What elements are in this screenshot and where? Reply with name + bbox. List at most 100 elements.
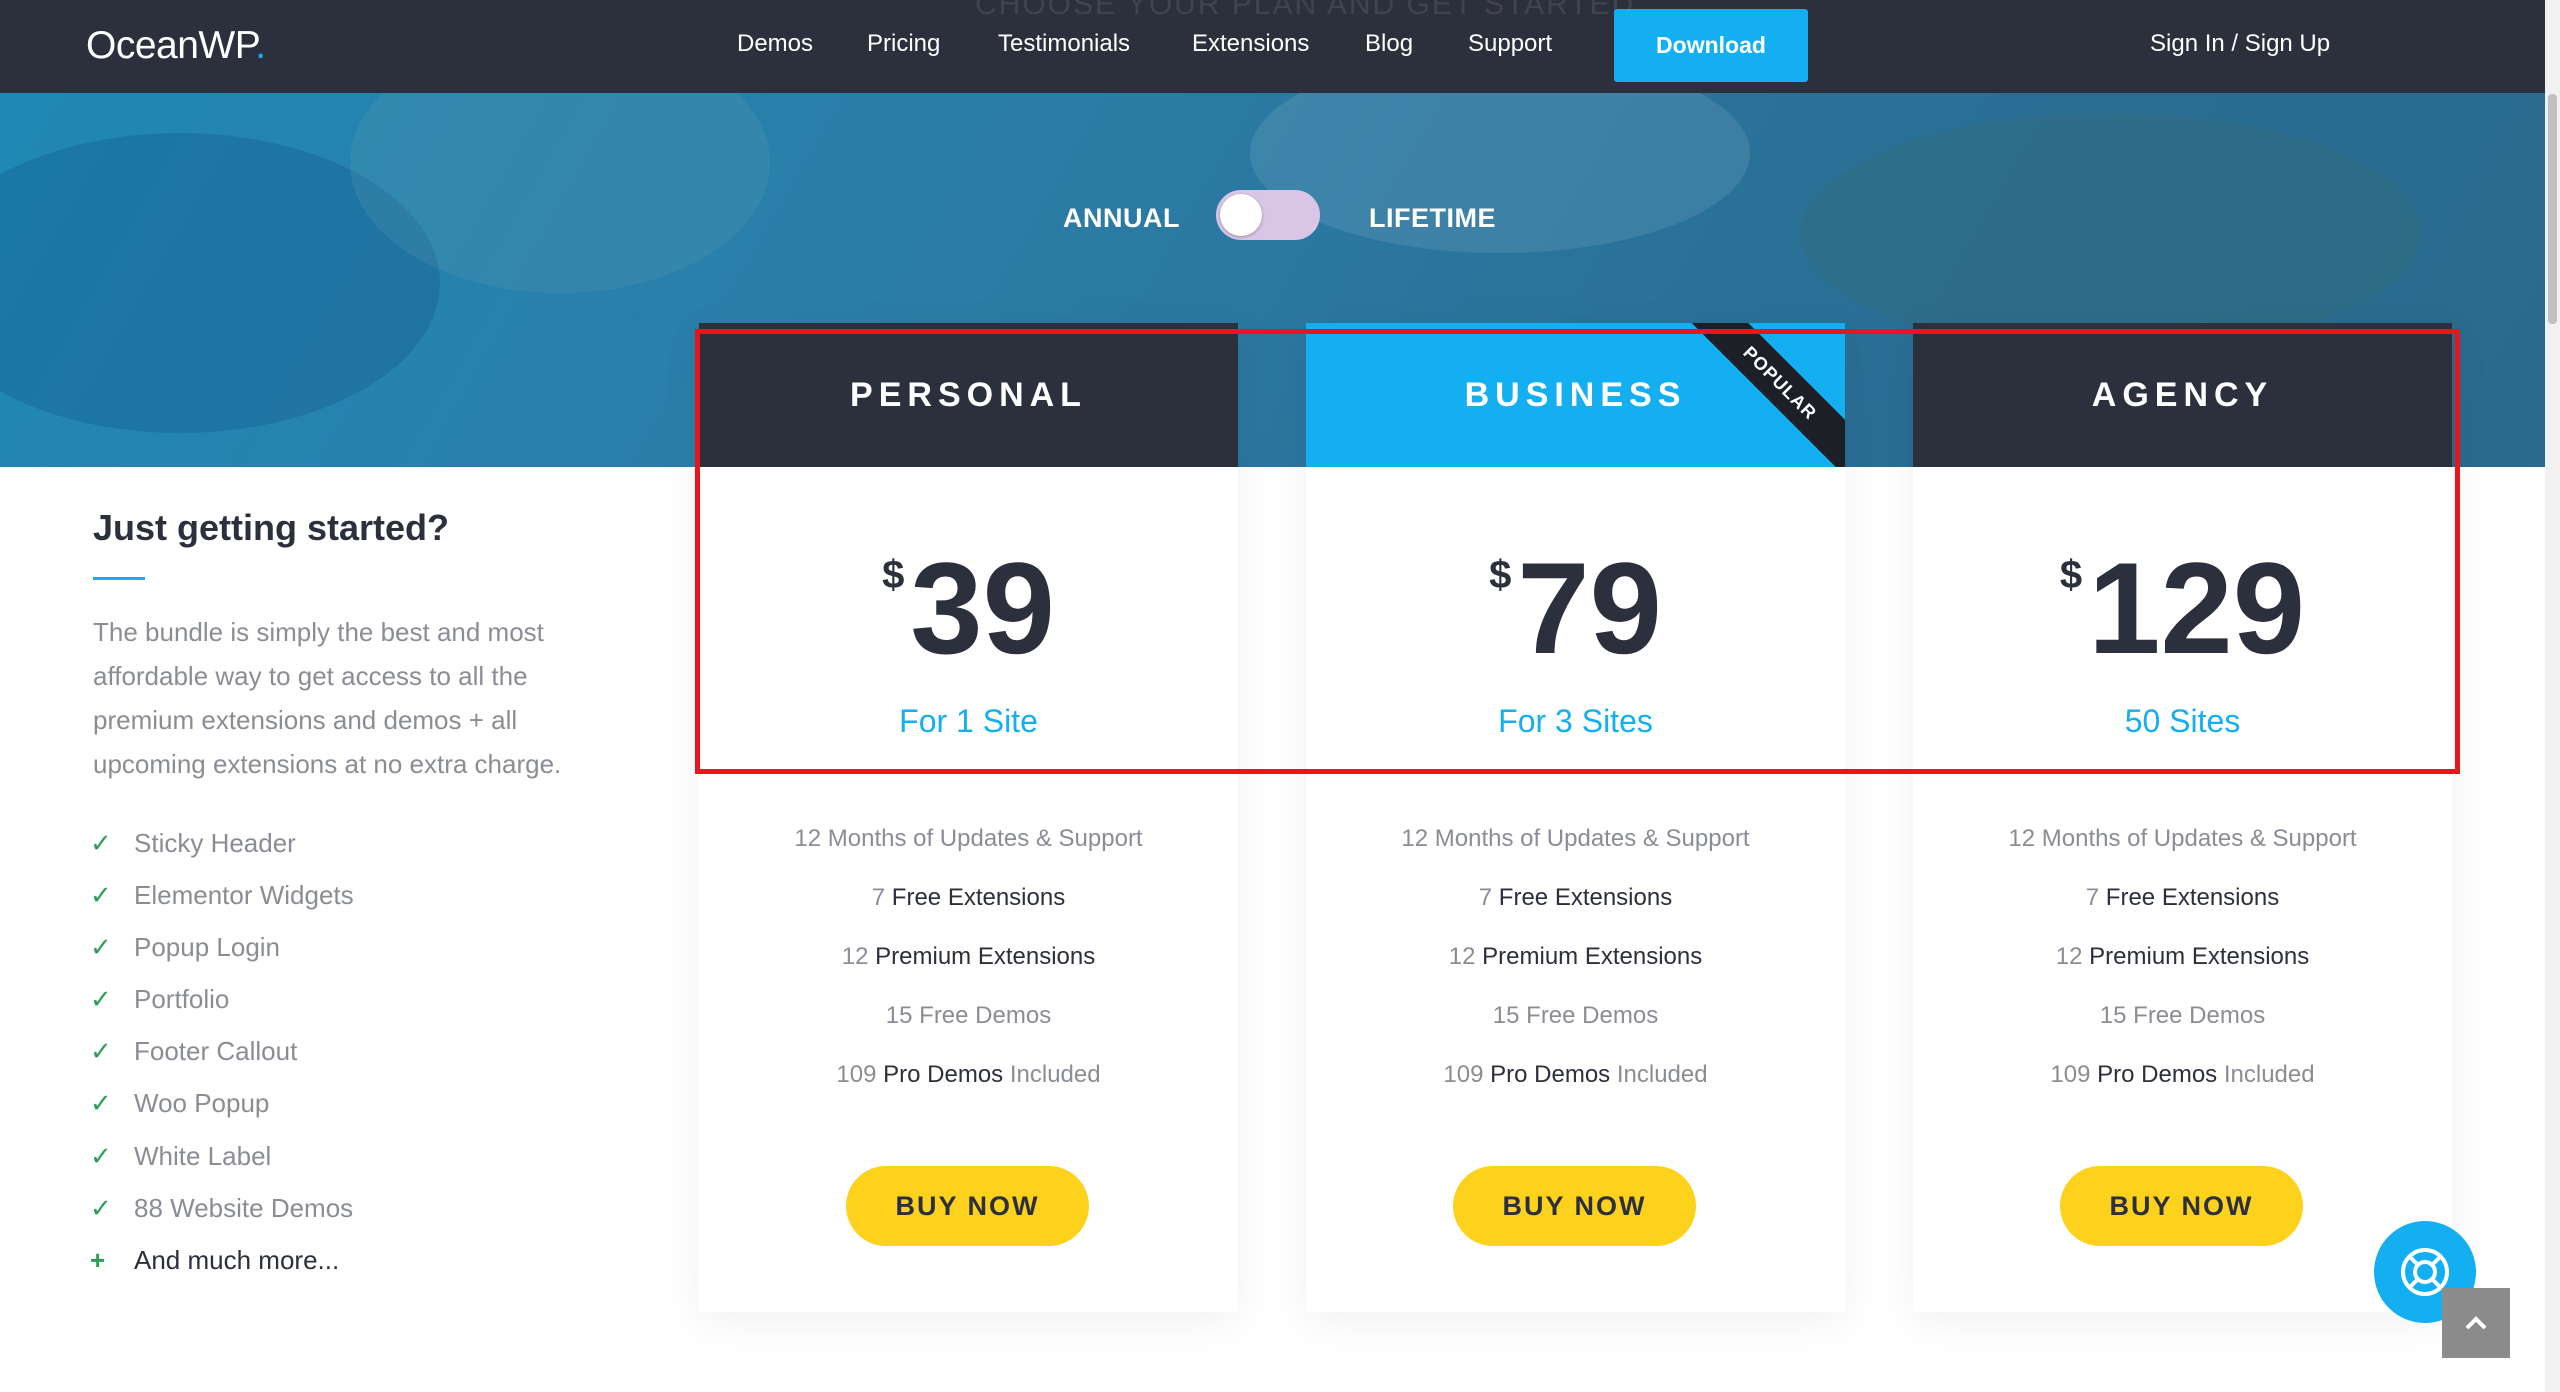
feature-text: Months of Updates & Support xyxy=(2041,825,2357,852)
feature-label: 88 Website Demos xyxy=(134,1192,354,1223)
feature-text: Free Demos xyxy=(919,1002,1052,1029)
site-logo[interactable]: OceanWP. xyxy=(86,24,266,68)
plan-feature: 7 Free Extensions xyxy=(699,884,1238,912)
plan-card-agency: AGENCY $129 50 Sites 12 Months of Update… xyxy=(1913,323,2452,1312)
currency-symbol: $ xyxy=(882,553,905,597)
feature-number: 12 xyxy=(794,825,822,852)
plan-feature: 7 Free Extensions xyxy=(1913,884,2452,912)
feature-item: ✓ Popup Login xyxy=(90,927,280,967)
feature-item: ✓ Footer Callout xyxy=(90,1031,297,1071)
annual-label[interactable]: ANNUAL xyxy=(1063,203,1180,234)
top-navbar: CHOOSE YOUR PLAN AND GET STARTED OceanWP… xyxy=(0,0,2545,93)
feature-number: 12 xyxy=(2055,943,2083,970)
plan-feature: 109 Pro Demos Included xyxy=(1913,1061,2452,1089)
feature-number: 109 xyxy=(836,1061,877,1088)
feature-label: White Label xyxy=(134,1140,272,1171)
check-icon: ✓ xyxy=(90,827,112,858)
plan-header: AGENCY xyxy=(1913,323,2452,467)
feature-number: 7 xyxy=(2085,884,2100,911)
feature-label: Elementor Widgets xyxy=(134,879,354,910)
plan-feature: 15 Free Demos xyxy=(699,1002,1238,1030)
feature-item: ✓ Woo Popup xyxy=(90,1083,269,1123)
plus-icon: + xyxy=(90,1244,106,1275)
check-icon: ✓ xyxy=(90,931,112,962)
page-scrollbar[interactable] xyxy=(2545,0,2560,1392)
plan-feature: 12 Months of Updates & Support xyxy=(1306,825,1845,853)
feature-more: + And much more... xyxy=(90,1240,339,1280)
feature-text: Free Demos xyxy=(2133,1002,2266,1029)
check-icon: ✓ xyxy=(90,1140,112,1171)
more-label: And much more... xyxy=(134,1244,340,1275)
feature-text: Free Extensions xyxy=(891,884,1066,911)
intro-title: Just getting started? xyxy=(93,507,450,548)
price-amount: 129 xyxy=(2088,535,2306,681)
feature-text: Pro Demos xyxy=(2097,1061,2218,1088)
nav-item-support[interactable]: Support xyxy=(1468,30,1552,58)
back-to-top-button[interactable] xyxy=(2442,1288,2510,1358)
feature-text: Free Demos xyxy=(1526,1002,1659,1029)
feature-label: Woo Popup xyxy=(134,1087,270,1118)
check-icon: ✓ xyxy=(90,983,112,1014)
feature-text: Months of Updates & Support xyxy=(827,825,1143,852)
nav-item-pricing[interactable]: Pricing xyxy=(867,30,940,58)
feature-text: Free Extensions xyxy=(1498,884,1673,911)
feature-label: Sticky Header xyxy=(134,827,296,858)
feature-item: ✓ Portfolio xyxy=(90,979,229,1019)
price-amount: 79 xyxy=(1517,535,1662,681)
title-underline xyxy=(93,577,145,580)
feature-item: ✓ Elementor Widgets xyxy=(90,875,354,915)
plan-feature: 109 Pro Demos Included xyxy=(699,1061,1238,1089)
plan-card-business: BUSINESS POPULAR $79 For 3 Sites 12 Mont… xyxy=(1306,323,1845,1312)
feature-suffix: Included xyxy=(1616,1061,1708,1088)
nav-item-demos[interactable]: Demos xyxy=(737,30,813,58)
feature-number: 12 xyxy=(841,943,869,970)
nav-item-blog[interactable]: Blog xyxy=(1365,30,1413,58)
billing-toggle[interactable] xyxy=(1216,190,1320,240)
intro-description: The bundle is simply the best and most a… xyxy=(93,617,562,779)
feature-number: 15 xyxy=(2099,1002,2127,1029)
feature-text: Months of Updates & Support xyxy=(1434,825,1750,852)
feature-label: Footer Callout xyxy=(134,1035,298,1066)
buy-now-button-personal[interactable]: BUY NOW xyxy=(846,1166,1089,1246)
plan-name: AGENCY xyxy=(2091,375,2274,414)
plan-feature: 15 Free Demos xyxy=(1913,1002,2452,1030)
scrollbar-thumb[interactable] xyxy=(2548,94,2557,324)
section-heading-ghost: CHOOSE YOUR PLAN AND GET STARTED xyxy=(975,0,1636,21)
logo-text: OceanWP xyxy=(86,24,256,67)
chevron-up-icon xyxy=(2465,1316,2487,1330)
lifetime-label[interactable]: LIFETIME xyxy=(1369,203,1496,234)
price-amount: 39 xyxy=(910,535,1055,681)
feature-number: 12 xyxy=(1401,825,1429,852)
feature-item: ✓ 88 Website Demos xyxy=(90,1188,353,1228)
currency-symbol: $ xyxy=(1489,553,1512,597)
feature-text: Pro Demos xyxy=(1490,1061,1611,1088)
plan-feature: 12 Premium Extensions xyxy=(1306,943,1845,971)
feature-text: Free Extensions xyxy=(2105,884,2280,911)
feature-number: 7 xyxy=(1478,884,1493,911)
plan-sites: For 1 Site xyxy=(899,703,1038,739)
plan-name: PERSONAL xyxy=(850,375,1087,414)
plan-card-personal: PERSONAL $39 For 1 Site 12 Months of Upd… xyxy=(699,323,1238,1312)
feature-number: 15 xyxy=(885,1002,913,1029)
plan-feature: 7 Free Extensions xyxy=(1306,884,1845,912)
sign-in-link[interactable]: Sign In / Sign Up xyxy=(2150,30,2330,58)
nav-item-extensions[interactable]: Extensions xyxy=(1192,30,1309,58)
plan-header: PERSONAL xyxy=(699,323,1238,467)
feature-number: 7 xyxy=(871,884,886,911)
feature-label: Portfolio xyxy=(134,983,230,1014)
toggle-knob xyxy=(1220,194,1262,236)
plan-feature: 12 Months of Updates & Support xyxy=(1913,825,2452,853)
nav-item-testimonials[interactable]: Testimonials xyxy=(998,30,1130,58)
buy-now-button-business[interactable]: BUY NOW xyxy=(1453,1166,1696,1246)
feature-number: 12 xyxy=(1448,943,1476,970)
download-button[interactable]: Download xyxy=(1614,9,1808,82)
plan-header: BUSINESS POPULAR xyxy=(1306,323,1845,467)
buy-now-button-agency[interactable]: BUY NOW xyxy=(2060,1166,2303,1246)
plan-feature: 12 Premium Extensions xyxy=(699,943,1238,971)
feature-text: Premium Extensions xyxy=(2089,943,2310,970)
feature-suffix: Included xyxy=(2223,1061,2315,1088)
feature-text: Premium Extensions xyxy=(875,943,1096,970)
plan-price: $39 xyxy=(699,543,1238,673)
feature-text: Pro Demos xyxy=(883,1061,1004,1088)
check-icon: ✓ xyxy=(90,1087,112,1118)
